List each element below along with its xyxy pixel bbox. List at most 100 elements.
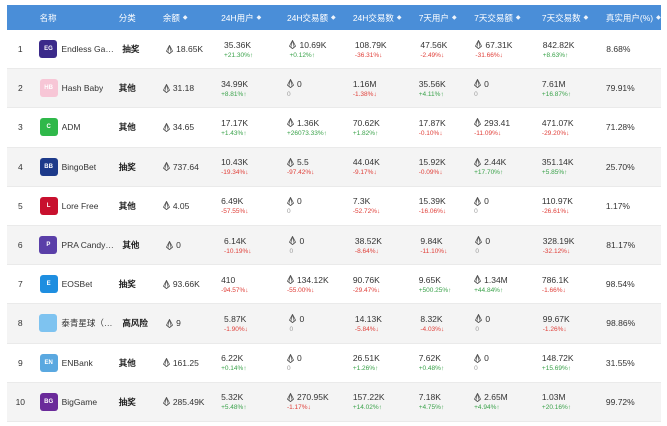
table-row[interactable]: 8 泰青星球（To... 高风险 9 5.87K -1.90%↓ 0 0 14.… (7, 304, 661, 344)
dapp-name-link[interactable]: 泰青星球（To... (61, 317, 116, 329)
table-row[interactable]: 6 P PRA CandyBox 其他 0 6.14K -10.19%↓ 0 0… (7, 225, 661, 266)
cell-tx-7d-value: 0 (475, 236, 536, 246)
change-text: -9.17% (352, 169, 374, 177)
cell-count-7d-change: +8.63%↑ (543, 52, 601, 59)
dapp-name-cell[interactable]: 泰青星球（To... (33, 304, 116, 342)
cell-users-24h-change: +8.81%↑ (221, 91, 281, 98)
header-users-24h[interactable]: 24H用户 ◆ (215, 5, 281, 30)
header-users-7d[interactable]: 7天用户 ◆ (413, 5, 468, 30)
sort-icon[interactable]: ◆ (656, 14, 661, 21)
row-index: 10 (7, 383, 34, 421)
table-row[interactable]: 10 BG BigGame 抽奖 285.49K 5.32K +5.48%↑ 2… (7, 382, 661, 422)
category-cell: 其他 (113, 108, 157, 146)
cell-users-7d-change: -4.03%↓ (420, 326, 469, 333)
value-text: 35.56K (418, 78, 446, 89)
dapp-name-link[interactable]: PRA CandyBox (61, 240, 116, 250)
eos-icon (166, 44, 174, 54)
eos-icon (162, 397, 170, 407)
value-text: 8.32K (420, 313, 443, 324)
eos-icon (475, 236, 483, 246)
cell-tx-7d: 2.44K +17.70%↑ (468, 148, 536, 186)
dapp-name-cell[interactable]: BG BigGame (34, 383, 113, 421)
cell-tx-24h-value: 0 (287, 79, 347, 89)
cell-count-24h-change: -8.64%↓ (355, 248, 414, 255)
dapp-name-link[interactable]: BingoBet (62, 162, 97, 172)
dapp-name-link[interactable]: EOSBet (62, 279, 93, 289)
trend-arrow-icon: ↓ (566, 208, 570, 216)
dapp-name-link[interactable]: BigGame (62, 397, 97, 407)
table-row[interactable]: 1 EG Endless Game 抽奖 18.65K 35.36K +21.3… (7, 30, 661, 70)
dapp-name-cell[interactable]: HB Hash Baby (34, 69, 113, 107)
cell-users-24h: 6.49K -57.55%↓ (215, 187, 281, 225)
header-count-24h[interactable]: 24H交易数 ◆ (347, 5, 413, 30)
cell-users-24h: 35.36K +21.30%↑ (218, 30, 283, 68)
eos-icon (166, 318, 174, 328)
trend-arrow-icon: ↓ (444, 247, 448, 255)
dapp-name-cell[interactable]: P PRA CandyBox (33, 226, 116, 264)
header-balance[interactable]: 余额 ◆ (157, 5, 215, 30)
dapp-logo-icon: BB (39, 157, 58, 176)
sort-icon[interactable]: ◆ (331, 14, 336, 21)
dapp-name-cell[interactable]: EN ENBank (34, 344, 113, 382)
cell-count-24h: 14.13K -5.84%↓ (349, 304, 414, 342)
dapp-name-link[interactable]: Lore Free (62, 201, 99, 211)
trend-arrow-icon: ↑ (499, 286, 504, 294)
dapp-name-cell[interactable]: BB BingoBet (34, 148, 113, 186)
trend-arrow-icon: ↓ (311, 169, 315, 177)
trend-arrow-icon: ↑ (564, 169, 568, 177)
dapp-name-link[interactable]: ENBank (62, 358, 93, 368)
dapp-name-cell[interactable]: L Lore Free (34, 187, 113, 225)
sort-icon[interactable]: ◆ (452, 14, 457, 21)
cell-count-7d: 7.61M +16.87%↑ (536, 69, 600, 107)
change-text: -1.26% (542, 325, 564, 333)
row-index-text: 1 (17, 44, 23, 55)
dapp-name-cell[interactable]: E EOSBet (34, 265, 113, 303)
cell-count-24h: 38.52K -8.64%↓ (349, 226, 414, 264)
table-row[interactable]: 9 EN ENBank 其他 161.25 6.22K +0.14%↑ 0 0 … (7, 344, 661, 383)
value-text: 2.44K (484, 157, 507, 168)
sort-icon[interactable]: ◆ (257, 14, 262, 21)
real-users-cell: 79.91% (600, 69, 661, 107)
change-text: -16.06% (418, 208, 443, 216)
sort-icon[interactable]: ◆ (397, 14, 402, 21)
dapp-name-cell[interactable]: EG Endless Game (33, 30, 116, 68)
sort-icon[interactable]: ◆ (516, 14, 521, 21)
header-tx-24h[interactable]: 24H交易额 ◆ (281, 5, 347, 30)
sort-icon[interactable]: ◆ (183, 14, 188, 21)
dapp-name-link[interactable]: ADM (62, 122, 81, 132)
table-row[interactable]: 5 L Lore Free 其他 4.05 6.49K -57.55%↓ 0 0… (7, 187, 661, 226)
trend-arrow-icon: ↓ (497, 129, 502, 137)
change-text: -1.90% (224, 325, 245, 333)
value-text: 15.92K (418, 157, 446, 168)
dapp-name-link[interactable]: Endless Game (61, 44, 116, 54)
header-tx-7d-label: 7天交易额 (474, 12, 513, 23)
cell-tx-7d-value: 67.31K (475, 40, 536, 50)
table-row[interactable]: 7 E EOSBet 抽奖 93.66K 410 -94.57%↓ 134.12… (7, 265, 661, 305)
dapp-logo-icon: L (39, 196, 58, 215)
change-text: -0.10% (418, 129, 440, 137)
header-real-users[interactable]: 真实用户(%) ◆ (600, 5, 661, 30)
balance-text: 0 (176, 240, 181, 251)
header-count-7d[interactable]: 7天交易数 ◆ (536, 5, 600, 30)
change-text: +0.48% (418, 365, 441, 373)
balance-cell: 93.66K (157, 265, 215, 303)
value-text: 134.12K (296, 274, 329, 285)
cell-count-24h-change: +1.26%↑ (353, 365, 413, 372)
table-row[interactable]: 4 BB BingoBet 抽奖 737.64 10.43K -19.34%↓ … (7, 147, 661, 187)
dapp-name-cell[interactable]: C ADM (34, 108, 113, 146)
cell-tx-24h-change: 0 (287, 365, 347, 372)
table-row[interactable]: 2 HB Hash Baby 其他 31.18 34.99K +8.81%↑ 0 (7, 69, 661, 109)
cell-tx-7d-change: +4.94%↑ (474, 404, 536, 411)
table-row[interactable]: 3 C ADM 其他 34.65 17.17K +1.43%↑ 1.36K +2… (7, 108, 661, 148)
real-users-cell: 25.70% (600, 148, 661, 186)
sort-icon[interactable]: ◆ (584, 14, 589, 21)
real-users-text: 8.68% (606, 44, 631, 55)
trend-arrow-icon: ↑ (243, 404, 247, 412)
cell-users-24h-change: +1.43%↑ (221, 130, 281, 137)
cell-users-7d-change: +0.48%↑ (419, 365, 468, 372)
cell-users-7d-change: -11.10%↓ (420, 248, 469, 255)
cell-tx-7d-value: 1.34M (474, 275, 536, 285)
change-text: +4.11% (418, 90, 441, 98)
header-tx-7d[interactable]: 7天交易额 ◆ (468, 5, 536, 30)
dapp-name-link[interactable]: Hash Baby (62, 83, 104, 93)
